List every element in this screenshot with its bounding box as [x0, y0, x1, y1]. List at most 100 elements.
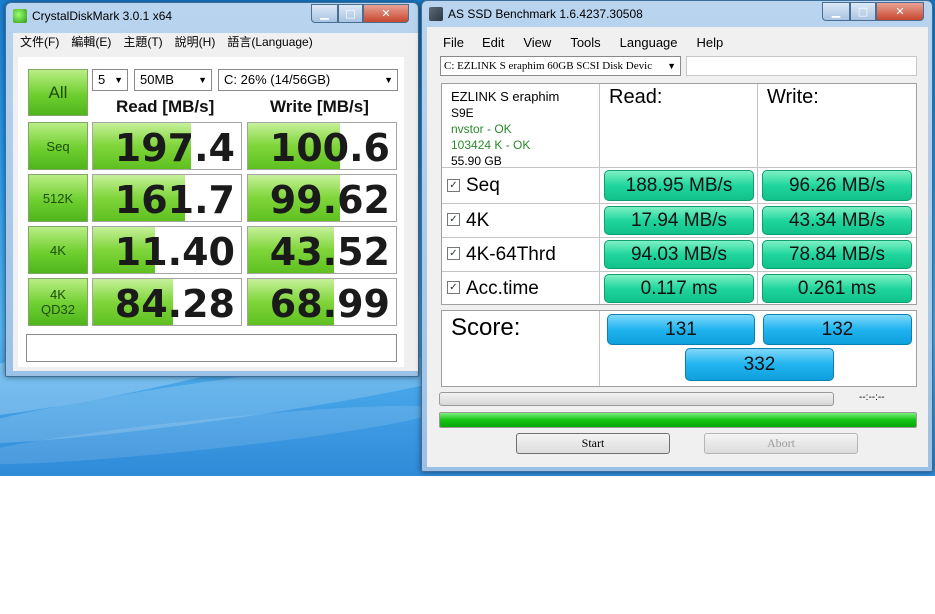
seq-write-result: 96.26 MB/s	[762, 170, 912, 201]
abort-button[interactable]: Abort	[704, 433, 858, 454]
seq-read-result: 188.95 MB/s	[604, 170, 754, 201]
score-panel: Score: 131 132 332	[441, 310, 917, 387]
score-total: 332	[685, 348, 834, 381]
4k-label: 4K	[466, 210, 490, 231]
minimize-button[interactable]: ▁	[822, 2, 850, 21]
close-icon: ✕	[895, 5, 905, 18]
4k-qd32-write-result: 68.99	[247, 278, 397, 326]
asssd-app-icon	[429, 7, 443, 21]
write-column-header: Write:	[767, 86, 819, 108]
512k-read-value: 161.7	[114, 178, 235, 222]
4k-64thrd-label: 4K-64Thrd	[466, 244, 556, 265]
comment-field[interactable]	[26, 334, 397, 362]
seq-read-result: 197.4	[92, 122, 242, 170]
4k-qd32-read-value: 84.28	[114, 282, 235, 326]
crystaldiskmark-window: CrystalDiskMark 3.0.1 x64 ▁ □ ✕ 文件(F) 編輯…	[5, 2, 419, 377]
drive-info-field[interactable]	[686, 56, 917, 76]
maximize-icon: □	[857, 5, 869, 18]
4k-read-result: 17.94 MB/s	[604, 206, 754, 235]
test-count-value: 5	[98, 72, 106, 87]
menu-help[interactable]: Help	[697, 35, 724, 50]
cdm-title: CrystalDiskMark 3.0.1 x64	[32, 9, 173, 23]
overall-progress-bar	[439, 412, 917, 428]
chevron-down-icon: ▼	[114, 75, 123, 85]
drive-select-value: C: EZLINK S eraphim 60GB SCSI Disk Devic	[444, 60, 653, 72]
acc-time-write-result: 0.261 ms	[762, 274, 912, 303]
4k-read-value: 11.40	[114, 230, 235, 274]
all-button[interactable]: All	[28, 69, 88, 116]
close-button[interactable]: ✕	[363, 4, 409, 23]
4k-test-button[interactable]: 4K	[28, 226, 88, 274]
4k-64thrd-write-result: 78.84 MB/s	[762, 240, 912, 269]
drive-info: EZLINK S eraphim S9E nvstor - OK 103424 …	[451, 88, 559, 169]
test-size-value: 50MB	[140, 72, 174, 87]
minimize-icon: ▁	[320, 7, 329, 20]
acc-time-label: Acc.time	[466, 278, 539, 299]
menu-file[interactable]: File	[443, 35, 464, 50]
4k-write-result: 43.52	[247, 226, 397, 274]
chevron-down-icon: ▼	[665, 57, 676, 75]
512k-write-result: 99.62	[247, 174, 397, 222]
minimize-button[interactable]: ▁	[311, 4, 338, 23]
maximize-icon: □	[345, 7, 356, 20]
4k-qd32-write-value: 68.99	[269, 282, 390, 326]
close-icon: ✕	[381, 7, 391, 20]
drive-driver-status: nvstor - OK	[451, 122, 512, 136]
4k-checkbox[interactable]: ✓	[447, 213, 460, 226]
512k-read-result: 161.7	[92, 174, 242, 222]
drive-select[interactable]: C: 26% (14/56GB) ▼	[218, 69, 398, 91]
acc-time-read-result: 0.117 ms	[604, 274, 754, 303]
test-count-select[interactable]: 5 ▼	[92, 69, 128, 91]
read-column-header: Read:	[609, 86, 663, 108]
menu-tools[interactable]: Tools	[570, 35, 600, 50]
4k-64thrd-checkbox[interactable]: ✓	[447, 247, 460, 260]
4k-write-value: 43.52	[269, 230, 390, 274]
close-button[interactable]: ✕	[876, 2, 924, 21]
menu-help[interactable]: 說明(H)	[175, 33, 216, 50]
drive-firmware: S9E	[451, 106, 474, 120]
4k-qd32-read-result: 84.28	[92, 278, 242, 326]
asssd-title: AS SSD Benchmark 1.6.4237.30508	[448, 7, 643, 21]
asssd-window: AS SSD Benchmark 1.6.4237.30508 ▁ □ ✕ Fi…	[421, 0, 933, 472]
menu-language[interactable]: 語言(Language)	[227, 33, 312, 50]
test-size-select[interactable]: 50MB ▼	[134, 69, 212, 91]
maximize-button[interactable]: □	[850, 2, 876, 21]
drive-select[interactable]: C: EZLINK S eraphim 60GB SCSI Disk Devic…	[440, 56, 681, 76]
4k-read-result: 11.40	[92, 226, 242, 274]
4k-qd32-label-line1: 4K	[50, 287, 66, 302]
results-panel: EZLINK S eraphim S9E nvstor - OK 103424 …	[441, 83, 917, 305]
score-label: Score:	[451, 314, 521, 341]
maximize-button[interactable]: □	[338, 4, 363, 23]
cdm-body: All 5 ▼ 50MB ▼ C: 26% (14/56GB) ▼ Read [MB/…	[18, 57, 404, 367]
acc-time-checkbox[interactable]: ✓	[447, 281, 460, 294]
start-button[interactable]: Start	[516, 433, 670, 454]
menu-edit[interactable]: Edit	[482, 35, 504, 50]
drive-model: EZLINK S eraphim	[451, 89, 560, 104]
score-write: 132	[763, 314, 912, 345]
cdm-titlebar[interactable]: CrystalDiskMark 3.0.1 x64 ▁ □ ✕	[6, 3, 418, 29]
cdm-menubar: 文件(F) 編輯(E) 主題(T) 說明(H) 語言(Language)	[20, 33, 325, 50]
score-read: 131	[607, 314, 755, 345]
4k-write-result: 43.34 MB/s	[762, 206, 912, 235]
chevron-down-icon: ▼	[198, 75, 207, 85]
seq-test-button[interactable]: Seq	[28, 122, 88, 170]
menu-edit[interactable]: 編輯(E)	[71, 33, 111, 50]
asssd-menubar: File Edit View Tools Language Help	[443, 35, 735, 50]
4k-qd32-test-button[interactable]: 4K QD32	[28, 278, 88, 326]
overall-progress-fill	[440, 413, 916, 427]
drive-capacity: 55.90 GB	[451, 154, 502, 168]
menu-view[interactable]: View	[523, 35, 551, 50]
menu-language[interactable]: Language	[620, 35, 678, 50]
512k-test-button[interactable]: 512K	[28, 174, 88, 222]
4k-qd32-label-line2: QD32	[41, 302, 75, 317]
read-column-header: Read [MB/s]	[116, 97, 215, 116]
elapsed-time: --:--:--	[859, 392, 885, 403]
menu-theme[interactable]: 主題(T)	[123, 33, 162, 50]
asssd-titlebar[interactable]: AS SSD Benchmark 1.6.4237.30508 ▁ □ ✕	[422, 1, 932, 27]
menu-file[interactable]: 文件(F)	[20, 33, 59, 50]
write-column-header: Write [MB/s]	[270, 97, 369, 116]
drive-value: C: 26% (14/56GB)	[224, 72, 331, 87]
test-progress-bar	[439, 392, 834, 406]
seq-label: Seq	[466, 175, 500, 196]
seq-checkbox[interactable]: ✓	[447, 179, 460, 192]
